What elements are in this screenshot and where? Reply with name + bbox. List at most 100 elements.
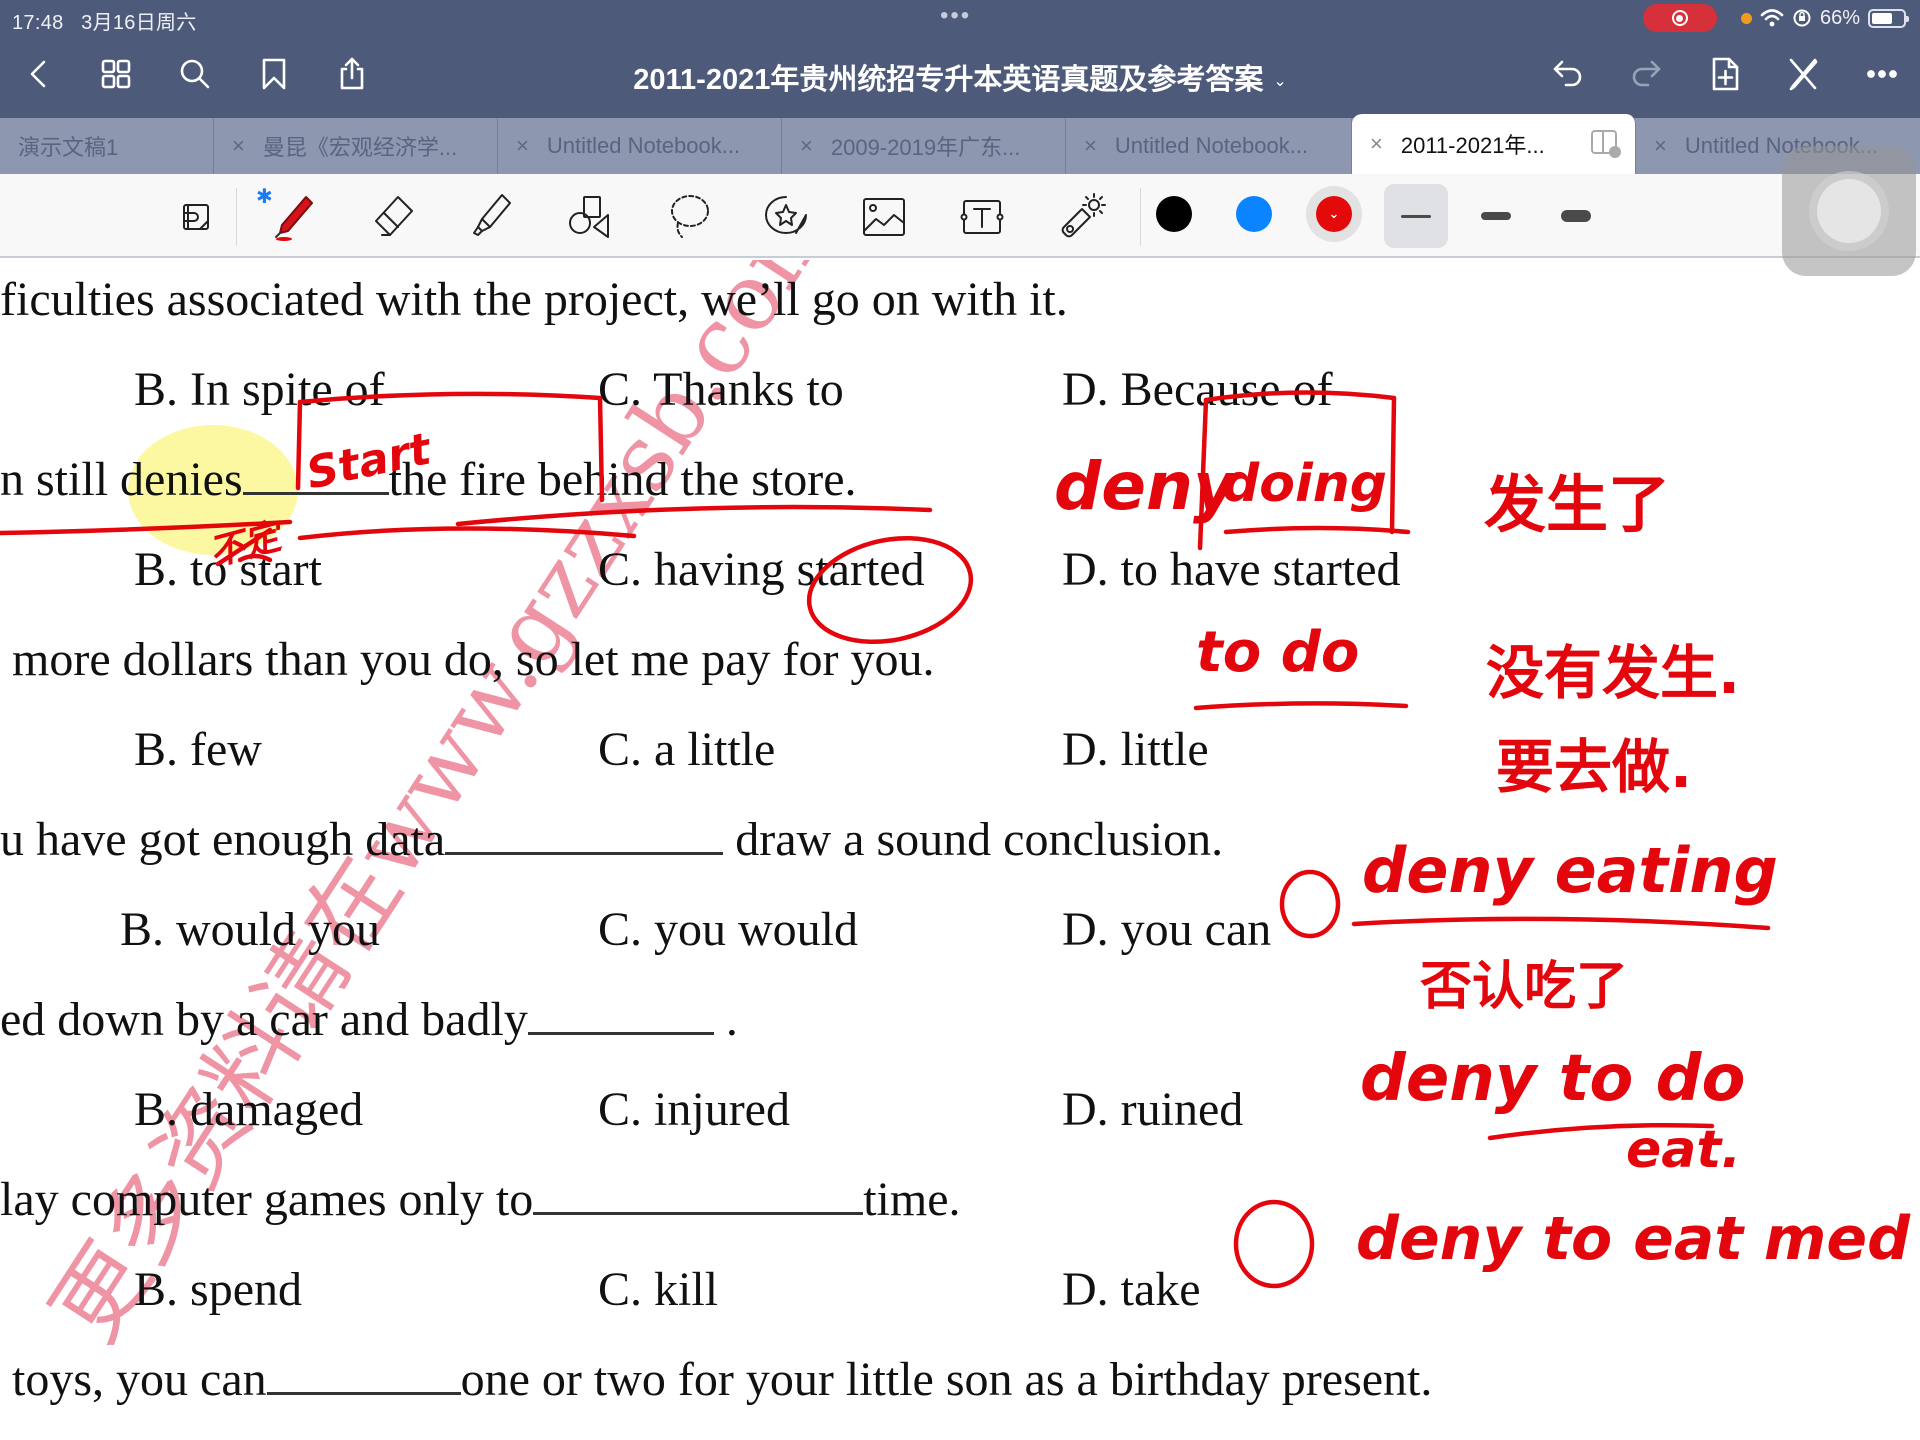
option-d: D. Because of: [1062, 363, 1333, 416]
tab-5-active[interactable]: × 2011-2021年...: [1352, 114, 1636, 174]
battery-icon: [1868, 8, 1909, 28]
option-c: C. Thanks to: [598, 363, 844, 416]
assistive-touch-button[interactable]: [1782, 146, 1916, 276]
stroke-width-thin[interactable]: [1384, 184, 1448, 248]
option-b: B. damaged: [134, 1083, 364, 1136]
option-d: D. to have started: [1062, 543, 1401, 596]
tab-label: Untitled Notebook...: [1114, 133, 1309, 158]
ink-note-to-do: to do: [1196, 620, 1360, 685]
multitask-dots[interactable]: •••: [940, 2, 971, 30]
option-b: B. spend: [134, 1263, 302, 1316]
answer-blank: [533, 1212, 864, 1215]
ink-note-happened: 发生了: [1484, 468, 1671, 541]
ink-circle-1b: [1233, 1199, 1315, 1289]
tab-close-icon[interactable]: ×: [1654, 133, 1667, 159]
tab-close-icon[interactable]: ×: [1370, 131, 1383, 157]
stroke-width-thick[interactable]: [1544, 184, 1608, 248]
question-text: u have got enough data: [0, 813, 446, 866]
bookmark-icon[interactable]: [254, 54, 294, 94]
screen-record-icon[interactable]: [1642, 4, 1717, 32]
document-page[interactable]: 更多资料请在www.gzzxsb.com ficulties associate…: [0, 260, 1920, 1440]
pencil-cross-icon[interactable]: [1783, 54, 1823, 94]
option-c: C. you would: [598, 903, 859, 956]
chevron-down-icon[interactable]: ⌄: [1273, 73, 1286, 90]
lasso-icon[interactable]: [658, 188, 718, 246]
question-text: .: [713, 993, 738, 1046]
tab-4[interactable]: × Untitled Notebook...: [1066, 118, 1352, 174]
option-b: B. few: [134, 723, 262, 776]
question-text: the fire behind the store.: [388, 453, 857, 506]
more-icon[interactable]: [1862, 54, 1902, 94]
option-d: D. you can: [1062, 903, 1272, 956]
question-line: lay computer games only to time.: [0, 1172, 961, 1227]
ink-note-eat: eat.: [1626, 1120, 1741, 1180]
eraser-icon[interactable]: [364, 188, 424, 246]
tab-label: 曼昆《宏观经济学...: [262, 135, 458, 160]
battery-percent: 66%: [1819, 6, 1860, 29]
ink-note-deny: deny: [1054, 448, 1237, 525]
question-text: time.: [863, 1173, 961, 1226]
share-icon[interactable]: [332, 54, 372, 94]
tab-label: 2011-2021年...: [1400, 133, 1545, 158]
toolbar-divider: [236, 188, 237, 246]
question-line: u have got enough data draw a sound conc…: [0, 812, 1223, 867]
option-c: C. injured: [598, 1083, 790, 1136]
option-d: D. ruined: [1062, 1083, 1244, 1136]
document-title[interactable]: 2011-2021年贵州统招专升本英语真题及参考答案: [633, 64, 1263, 96]
back-icon[interactable]: [18, 54, 58, 94]
stroke-width-medium[interactable]: [1464, 184, 1528, 248]
status-time-date: 17:48 3月16日周六: [12, 6, 197, 35]
pen-icon[interactable]: [266, 188, 326, 246]
sticker-icon[interactable]: [756, 188, 816, 246]
grid-icon[interactable]: [96, 54, 136, 94]
tab-close-icon[interactable]: ×: [516, 133, 529, 159]
tab-close-icon[interactable]: ×: [1084, 133, 1097, 159]
add-page-icon[interactable]: [1705, 54, 1745, 94]
ink-note-going-to-do: 要去做.: [1496, 733, 1693, 801]
option-c: C. having started: [598, 543, 925, 596]
tab-close-icon[interactable]: ×: [232, 133, 245, 159]
search-icon[interactable]: [175, 54, 215, 94]
shapes-icon[interactable]: [560, 188, 620, 246]
tab-label: 演示文稿1: [18, 135, 119, 160]
ink-doing-underline: [1223, 525, 1411, 535]
question-text: ed down by a car and badly: [0, 993, 528, 1046]
answer-blank: [527, 1032, 714, 1035]
status-date: 3月16日周六: [81, 12, 197, 34]
undo-icon[interactable]: [1548, 54, 1588, 94]
wifi-icon: [1760, 9, 1784, 27]
tab-label: 2009-2019年广东...: [830, 135, 1021, 160]
highlighter-icon[interactable]: [462, 188, 522, 246]
question-text: draw a sound conclusion.: [723, 813, 1224, 866]
status-indicators: 66%: [1642, 4, 1909, 32]
tab-3[interactable]: × 2009-2019年广东...: [782, 118, 1066, 174]
mic-indicator-dot: [1740, 12, 1752, 24]
read-mode-icon[interactable]: [166, 188, 226, 246]
question-text: one or two for your little son as a birt…: [460, 1353, 1433, 1406]
option-c: C. kill: [598, 1263, 719, 1316]
image-icon[interactable]: [854, 188, 914, 246]
tab-2[interactable]: × Untitled Notebook...: [498, 118, 782, 174]
color-swatch-red-selected[interactable]: ⌄: [1306, 186, 1362, 242]
ink-to-do-underline: [1193, 701, 1409, 711]
option-b: B. In spite of: [134, 363, 385, 416]
laser-pointer-icon[interactable]: [1050, 188, 1110, 246]
tab-close-icon[interactable]: ×: [800, 133, 813, 159]
ink-circle-1: [1279, 869, 1341, 939]
color-swatch-blue[interactable]: [1236, 196, 1272, 232]
ink-note-deny-eating: deny eating: [1362, 834, 1778, 907]
question-text: n still denies: [0, 453, 243, 506]
status-time: 17:48: [12, 12, 64, 34]
color-swatch-black[interactable]: [1156, 196, 1192, 232]
chevron-down-icon: ⌄: [1328, 206, 1340, 221]
ink-note-deny-to-do: deny to do: [1360, 1042, 1746, 1116]
tab-1[interactable]: × 曼昆《宏观经济学...: [214, 118, 498, 174]
top-bar: 17:48 3月16日周六 ••• 66% 2011-2021年贵州统招专升本英…: [0, 0, 1920, 118]
orientation-lock-icon: [1793, 9, 1811, 27]
ink-deny-eating-underline: [1351, 916, 1771, 931]
question-text: lay computer games only to: [0, 1173, 534, 1226]
text-box-icon[interactable]: [952, 188, 1012, 246]
redo-icon[interactable]: [1626, 54, 1666, 94]
split-view-icon[interactable]: [1591, 130, 1621, 158]
tab-0[interactable]: 演示文稿1: [0, 118, 214, 174]
